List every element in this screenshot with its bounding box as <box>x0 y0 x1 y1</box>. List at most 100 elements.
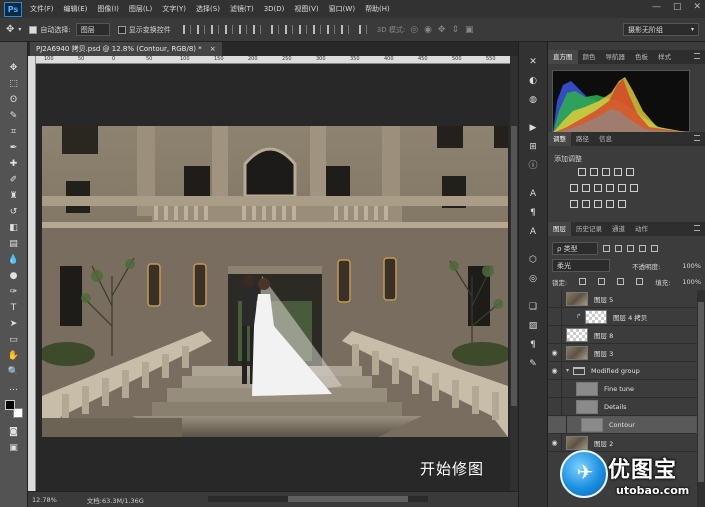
visibility-eye-icon[interactable]: ◉ <box>548 343 562 362</box>
visibility-eye-icon[interactable] <box>548 290 562 308</box>
horizontal-ruler[interactable]: 100 50 0 50 100 150 200 250 300 350 400 450 500 550 <box>36 56 510 64</box>
align-vcenter-icon[interactable] <box>196 25 205 34</box>
auto-select-target-dropdown[interactable]: 图层 <box>75 23 110 36</box>
layer-thumbnail[interactable] <box>566 291 588 306</box>
tab-channels[interactable]: 通道 <box>607 222 630 236</box>
zoom-level[interactable]: 12.78% <box>32 496 57 504</box>
tab-styles[interactable]: 样式 <box>653 50 676 64</box>
channels-icon[interactable]: ▨ <box>527 320 539 332</box>
close-window-button[interactable]: ✕ <box>693 2 701 12</box>
align-hcenter-icon[interactable] <box>238 25 247 34</box>
layer-thumbnail[interactable] <box>585 309 608 324</box>
tab-swatches[interactable]: 色板 <box>630 50 653 64</box>
menu-window[interactable]: 窗口(W) <box>329 4 355 14</box>
tab-paths[interactable]: 路径 <box>571 132 594 146</box>
distribute-hcenter-icon[interactable] <box>326 25 335 34</box>
vertical-ruler[interactable] <box>28 56 36 491</box>
lock-all-icon[interactable] <box>636 278 644 285</box>
tab-info[interactable]: 信息 <box>594 132 617 146</box>
layer-thumbnail[interactable] <box>576 381 598 396</box>
filter-shape-icon[interactable] <box>639 245 646 252</box>
blur-tool-icon[interactable]: 💧 <box>7 254 21 266</box>
layer-row[interactable]: ◉ ▾ Modified group <box>548 361 697 380</box>
layer-row[interactable]: ◉ 图层 3 <box>548 343 697 362</box>
visibility-eye-icon[interactable] <box>548 379 562 398</box>
glyphs-icon[interactable]: A <box>527 226 539 238</box>
menu-image[interactable]: 图像(I) <box>97 4 119 14</box>
visibility-eye-icon[interactable] <box>548 325 562 344</box>
blend-mode-dropdown[interactable]: 柔光 <box>552 259 610 272</box>
paragraph-icon[interactable]: ¶ <box>527 207 539 219</box>
menu-filter[interactable]: 滤镜(T) <box>230 4 254 14</box>
panel-menu-icon[interactable] <box>694 225 700 231</box>
group-expand-chevron-icon[interactable]: ▾ <box>566 367 569 374</box>
menu-edit[interactable]: 编辑(E) <box>64 4 88 14</box>
tab-histogram[interactable]: 直方图 <box>548 50 578 64</box>
fill-value[interactable]: 100% <box>682 278 701 286</box>
layer-row[interactable]: Details <box>548 397 697 416</box>
screen-mode-icon[interactable]: ▣ <box>7 442 21 454</box>
menu-3d[interactable]: 3D(D) <box>264 5 285 13</box>
distribute-top-icon[interactable] <box>270 25 279 34</box>
gradient-map-icon[interactable] <box>606 200 614 208</box>
black-white-icon[interactable] <box>594 184 602 192</box>
layer-thumbnail[interactable] <box>566 327 588 342</box>
workspace-dropdown[interactable]: 摄影无阶组 ▾ <box>623 23 699 36</box>
healing-brush-tool-icon[interactable]: ✚ <box>7 158 21 170</box>
styles-icon[interactable]: ❏ <box>527 301 539 313</box>
more-tools-icon[interactable]: … <box>7 382 21 394</box>
layer-row[interactable]: Fine tune <box>548 379 697 398</box>
distribute-right-icon[interactable] <box>340 25 349 34</box>
auto-select-checkbox[interactable] <box>29 25 38 34</box>
vibrance-icon[interactable] <box>626 168 634 176</box>
color-swatches[interactable] <box>4 400 23 418</box>
filter-type-icon[interactable] <box>627 245 634 252</box>
tool-presets-icon[interactable]: ✕ <box>527 56 539 68</box>
visibility-eye-icon[interactable]: ◉ <box>548 361 562 380</box>
eyedropper-tool-icon[interactable]: ✒ <box>7 142 21 154</box>
brightness-contrast-icon[interactable] <box>578 168 586 176</box>
3d-icon[interactable]: ⬡ <box>527 254 539 266</box>
document-info[interactable]: 文档:63.3M/1.36G <box>87 495 144 505</box>
canvas-horizontal-scrollbar[interactable] <box>208 496 428 502</box>
show-transform-checkbox[interactable] <box>117 25 126 34</box>
character-icon[interactable]: A <box>527 188 539 200</box>
dodge-tool-icon[interactable]: ● <box>7 270 21 282</box>
exposure-icon[interactable] <box>614 168 622 176</box>
document-photo[interactable] <box>42 126 508 437</box>
lock-image-icon[interactable] <box>598 278 606 285</box>
panel-menu-icon[interactable] <box>694 135 700 141</box>
brush-settings-icon[interactable]: ◐ <box>527 75 539 87</box>
lock-transparent-icon[interactable] <box>579 278 587 285</box>
minimize-button[interactable]: — <box>652 2 661 12</box>
crop-tool-icon[interactable]: ⌗ <box>7 126 21 138</box>
move-tool-icon[interactable]: ✥ <box>6 24 14 35</box>
auto-align-icon[interactable] <box>358 25 367 34</box>
3d-scale-icon[interactable]: ▣ <box>465 25 474 35</box>
layer-filter-dropdown[interactable]: ρ 类型 <box>552 242 598 255</box>
align-bottom-icon[interactable] <box>210 25 219 34</box>
menu-file[interactable]: 文件(F) <box>30 4 54 14</box>
document-tab[interactable]: PJ2A6940 拷贝.psd @ 12.8% (Contour, RGB/8)… <box>30 42 222 56</box>
tab-layers[interactable]: 图层 <box>548 222 571 236</box>
tab-adjustments[interactable]: 调整 <box>548 132 571 146</box>
distribute-vcenter-icon[interactable] <box>284 25 293 34</box>
3d-rotate-icon[interactable]: ◎ <box>410 25 418 35</box>
zoom-tool-icon[interactable]: 🔍 <box>7 366 21 378</box>
align-right-icon[interactable] <box>252 25 261 34</box>
channel-mixer-icon[interactable] <box>618 184 626 192</box>
lock-position-icon[interactable] <box>617 278 625 285</box>
paths-icon[interactable]: ¶ <box>527 339 539 351</box>
visibility-eye-icon[interactable] <box>553 416 567 434</box>
distribute-left-icon[interactable] <box>312 25 321 34</box>
eraser-tool-icon[interactable]: ◧ <box>7 222 21 234</box>
close-tab-icon[interactable]: × <box>210 45 216 53</box>
quick-select-tool-icon[interactable]: ✎ <box>7 110 21 122</box>
layer-comps-icon[interactable]: ◎ <box>527 273 539 285</box>
menu-select[interactable]: 选择(S) <box>196 4 220 14</box>
notes-icon[interactable]: ✎ <box>527 358 539 370</box>
properties-icon[interactable]: ⊞ <box>527 141 539 153</box>
marquee-tool-icon[interactable]: ⬚ <box>7 78 21 90</box>
filter-smart-object-icon[interactable] <box>651 245 658 252</box>
selective-color-icon[interactable] <box>618 200 626 208</box>
